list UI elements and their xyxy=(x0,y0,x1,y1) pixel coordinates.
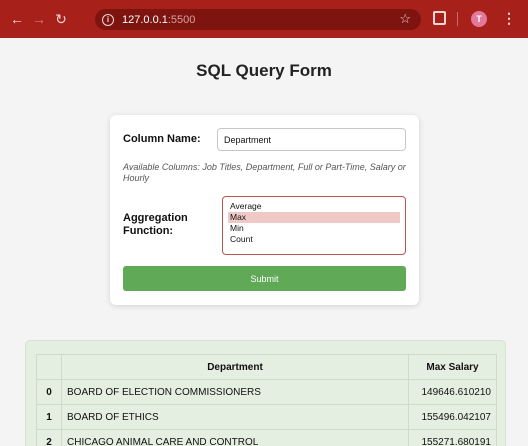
results-panel: Department Max Salary 0 BOARD OF ELECTIO… xyxy=(25,340,506,446)
column-name-label: Column Name: xyxy=(123,133,201,145)
max-salary-header: Max Salary xyxy=(408,354,497,380)
row-index: 1 xyxy=(36,404,62,430)
row-department: BOARD OF ELECTION COMMISSIONERS xyxy=(61,379,409,405)
row-department: CHICAGO ANIMAL CARE AND CONTROL xyxy=(61,429,409,446)
row-max-salary: 155271.680191 xyxy=(408,429,497,446)
row-department: BOARD OF ETHICS xyxy=(61,404,409,430)
reload-icon[interactable]: ↻ xyxy=(50,11,72,28)
table-row: 1 BOARD OF ETHICS 155496.042107 xyxy=(36,404,497,430)
aggregation-option-count[interactable]: Count xyxy=(228,234,400,245)
aggregation-function-label: Aggregation Function: xyxy=(123,212,188,237)
info-icon[interactable]: i xyxy=(102,13,114,26)
row-max-salary: 149646.610210 xyxy=(408,379,497,405)
kebab-menu-icon[interactable]: ⋮ xyxy=(502,10,516,27)
page-title: SQL Query Form xyxy=(196,61,332,80)
address-bar[interactable]: i 127.0.0.1:5500 ☆ xyxy=(95,9,421,30)
toolbar-divider xyxy=(457,12,458,26)
table-row: 0 BOARD OF ELECTION COMMISSIONERS 149646… xyxy=(36,379,497,405)
query-form-card: Column Name: Available Columns: Job Titl… xyxy=(110,115,419,305)
profile-avatar[interactable]: T xyxy=(471,11,487,27)
bookmark-star-icon[interactable]: ☆ xyxy=(399,11,411,27)
url-host: 127.0.0.1 xyxy=(122,13,168,26)
url-port: :5500 xyxy=(167,13,196,26)
submit-button[interactable]: Submit xyxy=(123,266,406,291)
row-index: 0 xyxy=(36,379,62,405)
table-row: 2 CHICAGO ANIMAL CARE AND CONTROL 155271… xyxy=(36,429,497,446)
browser-toolbar: ← → ↻ i 127.0.0.1:5500 ☆ T ⋮ xyxy=(0,0,528,38)
row-max-salary: 155496.042107 xyxy=(408,404,497,430)
aggregation-option-average[interactable]: Average xyxy=(228,201,400,212)
forward-arrow-icon[interactable]: → xyxy=(28,11,50,27)
row-index: 2 xyxy=(36,429,62,446)
results-table: Department Max Salary 0 BOARD OF ELECTIO… xyxy=(36,354,497,446)
extensions-icon[interactable] xyxy=(433,11,446,25)
table-header-row: Department Max Salary xyxy=(36,354,497,380)
aggregation-select[interactable]: Average Max Min Count xyxy=(222,196,406,255)
index-header xyxy=(36,354,62,380)
available-columns-hint: Available Columns: Job Titles, Departmen… xyxy=(123,162,406,183)
back-arrow-icon[interactable]: ← xyxy=(6,11,28,27)
aggregation-option-min[interactable]: Min xyxy=(228,223,400,234)
aggregation-option-max[interactable]: Max xyxy=(228,212,400,223)
department-header: Department xyxy=(61,354,409,380)
column-name-input[interactable] xyxy=(217,128,406,151)
